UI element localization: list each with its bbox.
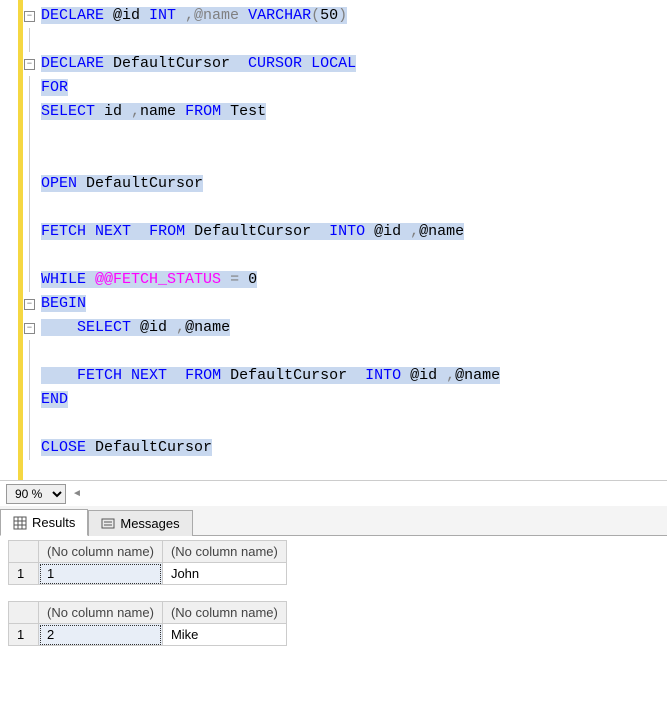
code-text[interactable]: DECLARE @id INT ,@name VARCHAR(50) DECLA… [37,0,667,480]
table-row[interactable]: 1 1 John [9,563,287,585]
cell[interactable]: 2 [39,624,163,646]
column-header[interactable]: (No column name) [39,602,163,624]
column-header[interactable]: (No column name) [39,541,163,563]
editor-margin [0,0,18,480]
table-row[interactable]: 1 2 Mike [9,624,287,646]
sql-editor: − − − − DECLARE @id INT ,@name VARCHAR(5… [0,0,667,480]
row-number: 1 [9,563,39,585]
tab-messages[interactable]: Messages [88,510,192,536]
fold-toggle[interactable]: − [24,299,35,310]
tab-label: Results [32,515,75,530]
rownum-header [9,541,39,563]
rownum-header [9,602,39,624]
cell[interactable]: Mike [162,624,286,646]
messages-icon [101,517,115,531]
fold-toggle[interactable]: − [24,323,35,334]
zoom-select[interactable]: 90 % [6,484,66,504]
fold-toggle[interactable]: − [24,11,35,22]
scroll-left-icon[interactable]: ◄ [72,488,82,499]
row-number: 1 [9,624,39,646]
fold-gutter: − − − − [23,0,37,480]
cell[interactable]: John [162,563,286,585]
results-tabs: Results Messages [0,506,667,536]
column-header[interactable]: (No column name) [162,602,286,624]
column-header[interactable]: (No column name) [162,541,286,563]
fold-toggle[interactable]: − [24,59,35,70]
result-grid-2[interactable]: (No column name) (No column name) 1 2 Mi… [8,601,287,646]
tab-results[interactable]: Results [0,509,88,536]
result-grid-1[interactable]: (No column name) (No column name) 1 1 Jo… [8,540,287,585]
grid-icon [13,516,27,530]
cell[interactable]: 1 [39,563,163,585]
results-pane: (No column name) (No column name) 1 1 Jo… [0,536,667,704]
zoom-bar: 90 % ◄ [0,480,667,506]
tab-label: Messages [120,516,179,531]
